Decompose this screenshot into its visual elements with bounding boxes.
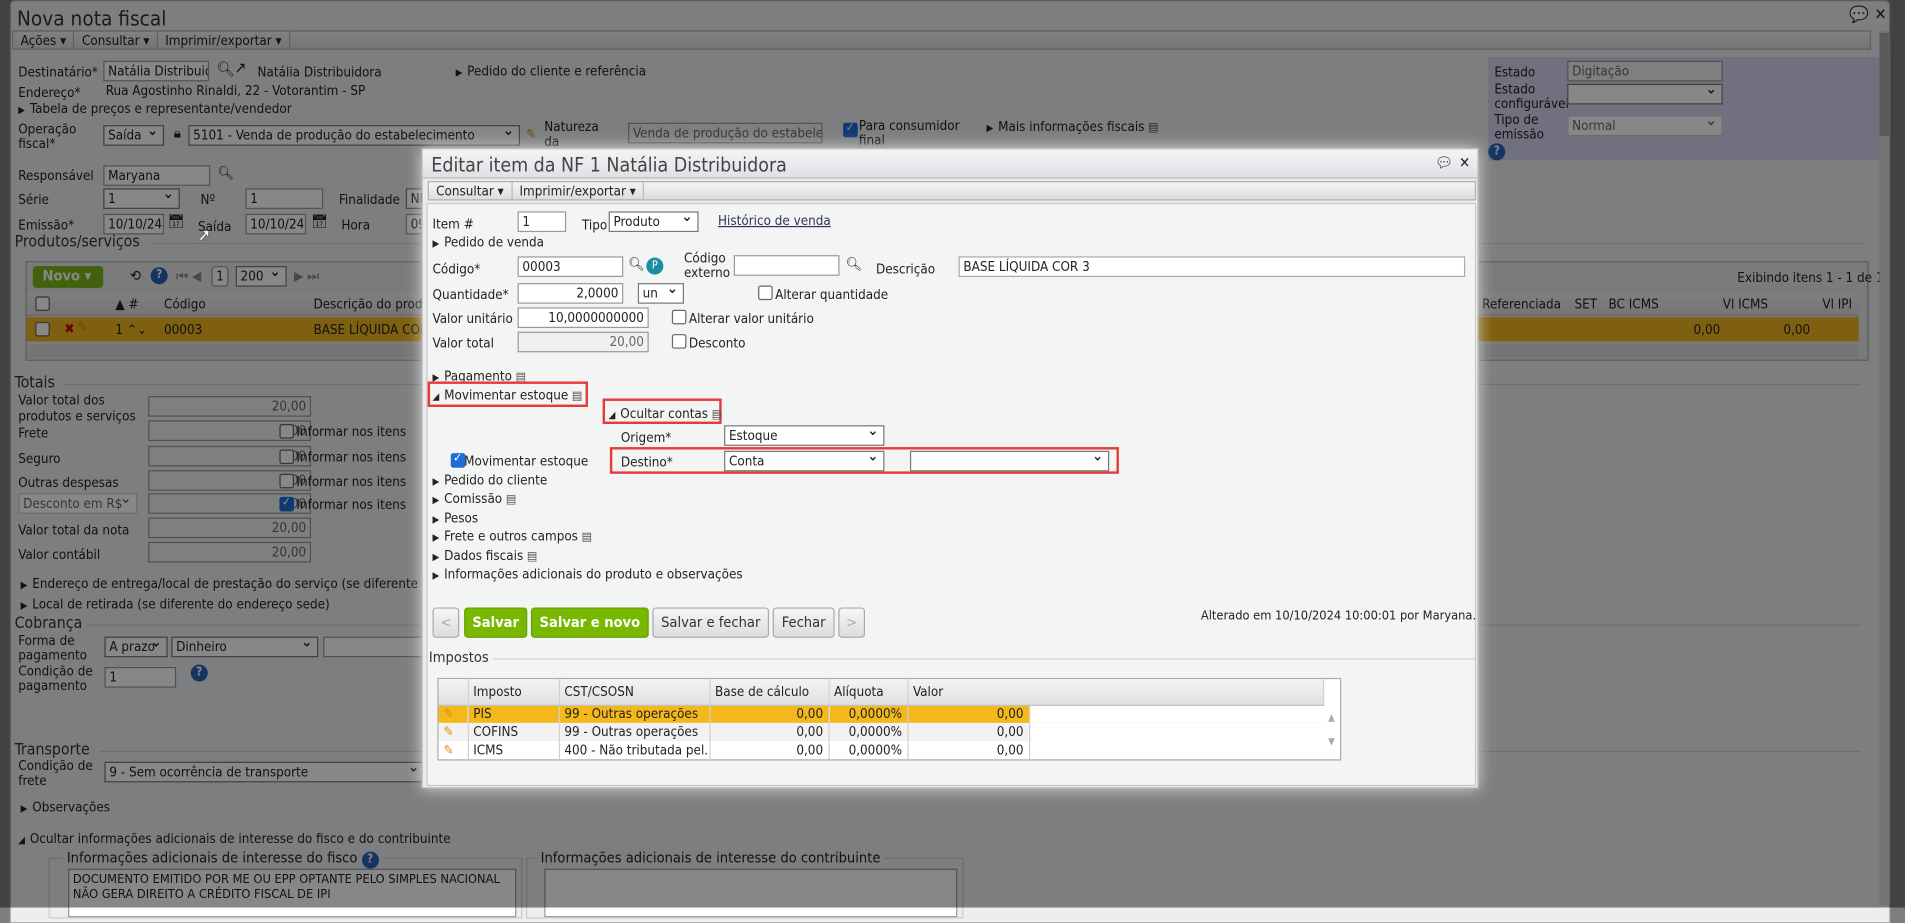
historico-link[interactable]: Histórico de venda xyxy=(718,213,831,229)
imposto-cell: ICMS xyxy=(467,741,560,760)
prev-button[interactable]: < xyxy=(432,607,460,638)
fechar-button[interactable]: Fechar xyxy=(772,607,835,638)
descricao-label: Descrição xyxy=(875,261,936,277)
menu-consultar[interactable]: Consultar ▾ xyxy=(429,182,513,200)
destino-label: Destino* xyxy=(620,454,673,471)
next-button[interactable]: > xyxy=(838,607,866,638)
search-icon[interactable]: 🔍︎ xyxy=(846,256,863,272)
imposto-cell: PIS xyxy=(467,704,560,723)
aliquota-cell: 0,0000% xyxy=(828,722,909,742)
valor-cell: 0,00 xyxy=(907,704,1030,723)
salvar-fechar-button[interactable]: Salvar e fechar xyxy=(652,607,770,638)
menu-imprimir[interactable]: Imprimir/exportar ▾ xyxy=(512,182,645,200)
valor-cell: 0,00 xyxy=(907,741,1030,760)
dados-fiscais-toggle[interactable]: ▶ Dados fiscais ▤ xyxy=(433,548,538,564)
pencil-icon[interactable]: ✎ xyxy=(438,741,469,760)
valor-total-label: Valor total xyxy=(432,335,495,352)
search-icon[interactable]: 🔍︎ xyxy=(628,256,645,272)
alterado-text: Alterado em 10/10/2024 10:00:01 por Mary… xyxy=(1200,608,1477,624)
col-imposto[interactable]: Imposto xyxy=(467,679,560,706)
modal-title: Editar item da NF 1 Natália Distribuidor… xyxy=(431,153,787,177)
item-input[interactable]: 1 xyxy=(517,211,567,233)
pedido-cliente-toggle[interactable]: ▶ Pedido do cliente xyxy=(433,473,548,489)
destino-select[interactable]: Conta xyxy=(724,450,885,472)
impostos-table: Imposto CST/CSOSN Base de cálculo Alíquota V… xyxy=(437,677,1342,761)
alterar-valor-unitario-checkbox[interactable] xyxy=(671,309,687,325)
valor-total-input: 20,00 xyxy=(517,331,649,353)
codigo-externo-input[interactable] xyxy=(733,255,840,276)
salvar-novo-button[interactable]: Salvar e novo xyxy=(530,607,649,638)
movimentar-estoque-label: Movimentar estoque xyxy=(464,453,589,469)
comissao-toggle[interactable]: ▶ Comissão ▤ xyxy=(433,491,517,507)
quantidade-input[interactable]: 2,0000 xyxy=(517,283,624,304)
cst-cell: 99 - Outras operações xyxy=(558,722,711,742)
mouse-cursor-icon: ➚ xyxy=(198,225,211,246)
chat-icon[interactable]: 💬︎ xyxy=(1435,154,1454,171)
codigo-label: Código* xyxy=(432,261,481,277)
aliquota-cell: 0,0000% xyxy=(828,741,909,760)
impostos-header: Imposto CST/CSOSN Base de cálculo Alíquota V… xyxy=(438,679,1324,706)
valor-unitario-label: Valor unitário xyxy=(432,311,513,327)
info-adicionais-toggle[interactable]: ▶ Informações adicionais do produto e obs… xyxy=(433,566,743,582)
item-label: Item # xyxy=(432,216,474,233)
impostos-heading: Impostos xyxy=(428,648,489,666)
salvar-button[interactable]: Salvar xyxy=(464,607,528,638)
valor-cell: 0,00 xyxy=(907,722,1030,742)
col-cst[interactable]: CST/CSOSN xyxy=(558,679,711,706)
pencil-icon[interactable]: ✎ xyxy=(438,704,469,723)
alterar-quantidade-label: Alterar quantidade xyxy=(775,286,889,303)
destino-conta-select[interactable] xyxy=(909,450,1110,472)
codigo-input[interactable]: 00003 xyxy=(517,256,624,277)
codigo-externo-label: Código externo xyxy=(683,250,731,281)
table-row[interactable]: ✎ COFINS 99 - Outras operações 0,00 0,0000% 0… xyxy=(438,722,1324,742)
col-valor[interactable]: Valor xyxy=(907,679,1324,706)
origem-label: Origem* xyxy=(620,430,672,446)
notes-icon: ▤ xyxy=(581,530,592,545)
base-cell: 0,00 xyxy=(709,722,830,742)
edit-item-modal: Editar item da NF 1 Natália Distribuidor… xyxy=(421,148,1479,789)
base-cell: 0,00 xyxy=(709,704,830,723)
base-cell: 0,00 xyxy=(709,741,830,760)
table-row[interactable]: ✎ PIS 99 - Outras operações 0,00 0,0000% 0,00 xyxy=(438,704,1324,723)
ocultar-contas-toggle[interactable]: ◢ Ocultar contas ▤ xyxy=(609,406,722,422)
pesos-toggle[interactable]: ▶ Pesos xyxy=(433,510,479,526)
valor-unitario-input[interactable]: 10,0000000000 xyxy=(517,307,649,329)
notes-icon: ▤ xyxy=(571,389,583,404)
tipo-select[interactable]: Produto xyxy=(608,211,699,233)
movimentar-estoque-toggle[interactable]: ◢ Movimentar estoque ▤ xyxy=(433,388,583,404)
quantidade-label: Quantidade* xyxy=(432,286,509,303)
aliquota-cell: 0,0000% xyxy=(828,704,909,723)
close-icon[interactable]: ✕ xyxy=(1459,154,1470,171)
imposto-cell: COFINS xyxy=(467,722,560,742)
col-aliquota[interactable]: Alíquota xyxy=(828,679,909,706)
unidade-select[interactable]: un xyxy=(637,283,684,304)
desconto-label: Desconto xyxy=(688,335,746,352)
origem-select[interactable]: Estoque xyxy=(724,425,885,446)
impostos-scrollbar[interactable]: ▲ ▼ xyxy=(1323,706,1340,759)
descricao-input[interactable]: BASE LÍQUIDA COR 3 xyxy=(958,256,1466,277)
cst-cell: 99 - Outras operações xyxy=(558,704,711,723)
desconto-checkbox[interactable] xyxy=(671,334,687,349)
tipo-label: Tipo xyxy=(581,217,608,234)
table-row[interactable]: ✎ ICMS 400 - Não tributada pel... 0,00 0,000… xyxy=(438,741,1323,760)
modal-menubar: Consultar ▾ Imprimir/exportar ▾ xyxy=(427,181,1477,201)
notes-icon: ▤ xyxy=(711,408,723,422)
notes-icon: ▤ xyxy=(526,550,538,564)
product-info-icon[interactable]: P xyxy=(646,257,664,275)
pencil-icon[interactable]: ✎ xyxy=(438,722,469,742)
alterar-quantidade-checkbox[interactable] xyxy=(758,285,773,301)
pedido-venda-toggle[interactable]: ▶ Pedido de venda xyxy=(433,234,545,250)
alterar-valor-unitario-label: Alterar valor unitário xyxy=(688,311,814,327)
notes-icon: ▤ xyxy=(505,493,517,507)
cst-cell: 400 - Não tributada pel... xyxy=(558,741,711,760)
frete-campos-toggle[interactable]: ▶ Frete e outros campos ▤ xyxy=(433,528,592,544)
col-base[interactable]: Base de cálculo xyxy=(709,679,830,706)
